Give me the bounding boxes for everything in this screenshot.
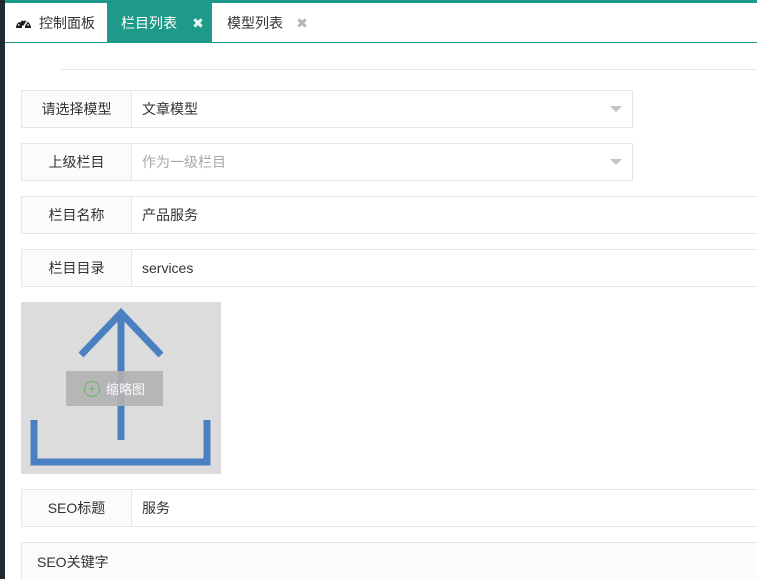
parent-select-label: 上级栏目 — [22, 144, 132, 180]
category-dir-input[interactable]: services — [132, 250, 757, 286]
form-tab-marker — [21, 67, 61, 70]
tab-model-list[interactable]: 模型列表 ✖ — [227, 3, 308, 43]
parent-select[interactable]: 作为一级栏目 — [132, 144, 632, 180]
model-select-label: 请选择模型 — [22, 91, 132, 127]
category-name-row: 栏目名称 产品服务 — [21, 196, 757, 234]
model-select-row: 请选择模型 文章模型 — [21, 90, 633, 128]
seo-title-input[interactable]: 服务 — [132, 490, 757, 526]
dashboard-icon — [15, 16, 32, 30]
dropdown-arrow-icon — [610, 106, 622, 112]
thumbnail-upload-button[interactable]: + 缩略图 — [66, 371, 163, 406]
parent-select-placeholder: 作为一级栏目 — [142, 154, 226, 170]
dropdown-arrow-icon — [610, 159, 622, 165]
tab-bar: 控制面板 栏目列表 ✖ 模型列表 ✖ — [5, 3, 757, 43]
seo-keywords-label: SEO关键字 — [37, 554, 109, 570]
tab-dashboard-label: 控制面板 — [39, 15, 95, 31]
close-icon[interactable]: ✖ — [191, 16, 205, 30]
seo-title-row: SEO标题 服务 — [21, 489, 757, 527]
left-edge-strip — [0, 0, 5, 579]
tab-category-list-label: 栏目列表 — [121, 15, 177, 31]
tab-category-list[interactable]: 栏目列表 ✖ — [107, 3, 212, 43]
seo-title-label: SEO标题 — [22, 490, 132, 526]
close-icon[interactable]: ✖ — [295, 16, 309, 30]
category-dir-row: 栏目目录 services — [21, 249, 757, 287]
parent-select-row: 上级栏目 作为一级栏目 — [21, 143, 633, 181]
category-dir-label: 栏目目录 — [22, 250, 132, 286]
plus-circle-icon: + — [83, 380, 100, 397]
thumbnail-label: 缩略图 — [105, 382, 145, 397]
seo-keywords-row: SEO关键字 — [21, 542, 757, 579]
thumbnail-upload[interactable]: + 缩略图 — [21, 302, 221, 474]
tab-dashboard[interactable]: 控制面板 — [15, 3, 95, 43]
tab-model-list-label: 模型列表 — [227, 15, 283, 31]
model-select-value: 文章模型 — [142, 101, 198, 117]
form-divider — [21, 69, 757, 70]
category-name-input[interactable]: 产品服务 — [132, 197, 757, 233]
category-name-label: 栏目名称 — [22, 197, 132, 233]
model-select[interactable]: 文章模型 — [132, 91, 632, 127]
